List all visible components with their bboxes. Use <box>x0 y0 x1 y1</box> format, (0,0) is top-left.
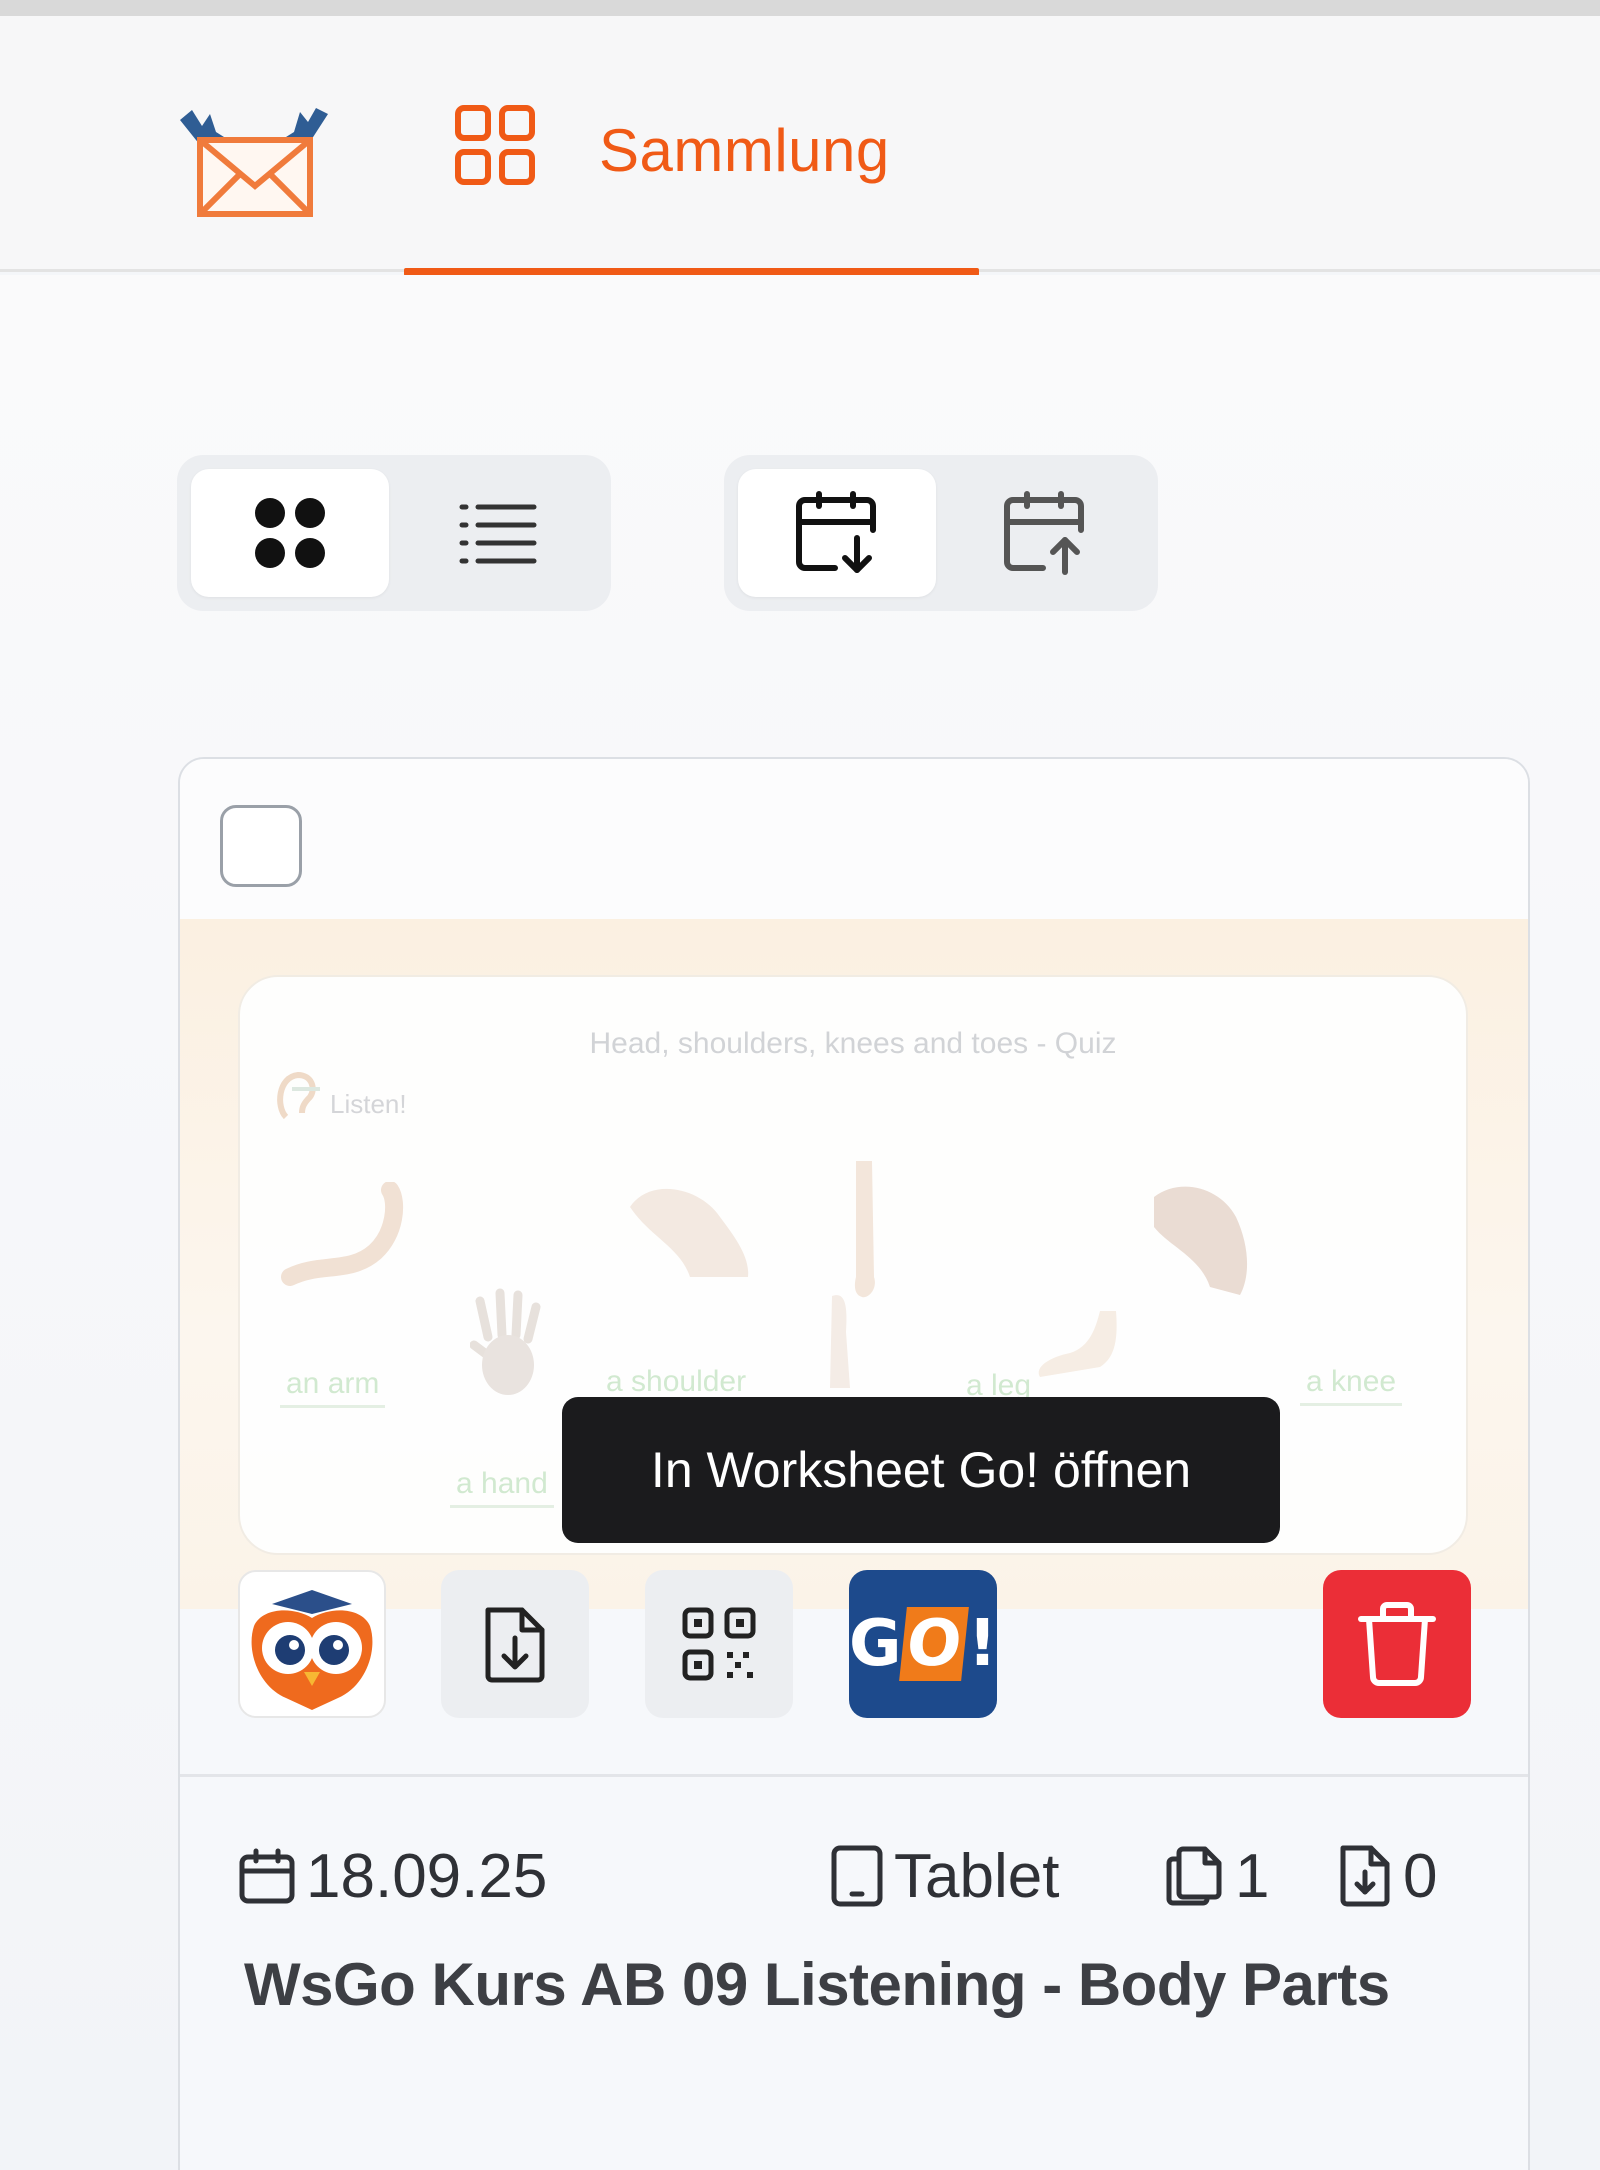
trash-icon <box>1358 1602 1436 1686</box>
device-value: Tablet <box>894 1841 1060 1911</box>
ear-icon <box>277 1071 320 1120</box>
sort-ascending-button[interactable] <box>946 469 1144 597</box>
file-download-icon <box>1340 1845 1390 1907</box>
shoulder-image <box>630 1188 749 1277</box>
preview-title: Head, shoulders, knees and toes - Quiz <box>589 1027 1117 1060</box>
envelope-wings-logo[interactable] <box>174 92 334 222</box>
window-top-edge <box>0 0 1600 16</box>
go-logo: G O! <box>849 1607 997 1681</box>
leg-image <box>854 1161 875 1298</box>
downloads-value: 0 <box>1403 1841 1438 1911</box>
owl-app-button[interactable] <box>238 1570 386 1718</box>
app-header: Sammlung <box>0 16 1600 276</box>
finger-image <box>830 1295 850 1388</box>
download-count: 0 <box>1337 1840 1437 1912</box>
hand-image <box>470 1288 541 1395</box>
view-toggle <box>177 455 611 611</box>
preview-word: an arm <box>280 1367 386 1408</box>
delete-button[interactable] <box>1323 1570 1471 1718</box>
preview-word: a knee <box>1300 1365 1403 1406</box>
go-tooltip: In Worksheet Go! öffnen <box>562 1397 1280 1543</box>
calendar-arrow-down-icon <box>796 491 876 573</box>
created-date: 18.09.25 <box>238 1840 547 1912</box>
select-checkbox[interactable] <box>220 805 302 887</box>
grid-view-button[interactable] <box>191 469 389 597</box>
file-download-icon <box>485 1607 545 1683</box>
download-pdf-button[interactable] <box>441 1570 589 1718</box>
card-divider <box>180 1774 1528 1777</box>
worksheet-go-button[interactable]: G O! <box>849 1570 997 1718</box>
device-type: Tablet <box>830 1840 1059 1912</box>
calendar-arrow-up-icon <box>1004 491 1084 575</box>
qr-code-button[interactable] <box>645 1570 793 1718</box>
pages-value: 1 <box>1235 1841 1270 1911</box>
list-view-button[interactable] <box>399 469 597 597</box>
preview-instruction: Listen! <box>330 1089 407 1119</box>
pages-icon <box>1166 1846 1222 1906</box>
card-header <box>180 759 1528 919</box>
tablet-icon <box>831 1845 883 1907</box>
qr-code-icon <box>682 1607 756 1681</box>
tab-sammlung[interactable]: Sammlung <box>404 16 979 276</box>
foot-image <box>1038 1311 1117 1377</box>
sort-toggle <box>724 455 1158 611</box>
page-count: 1 <box>1165 1840 1269 1912</box>
owl-icon <box>251 1590 373 1710</box>
date-value: 18.09.25 <box>306 1841 548 1911</box>
tab-sammlung-label: Sammlung <box>599 117 890 184</box>
knee-image <box>1154 1186 1248 1295</box>
sort-descending-button[interactable] <box>738 469 936 597</box>
list-view-icon <box>459 504 537 564</box>
preview-word: a hand <box>450 1467 554 1508</box>
arm-image <box>281 1182 404 1286</box>
calendar-icon <box>239 1848 295 1904</box>
grid-view-icon <box>255 498 325 568</box>
grid-icon <box>455 105 535 185</box>
worksheet-title[interactable]: WsGo Kurs AB 09 Listening - Body Parts <box>244 1950 1390 2019</box>
